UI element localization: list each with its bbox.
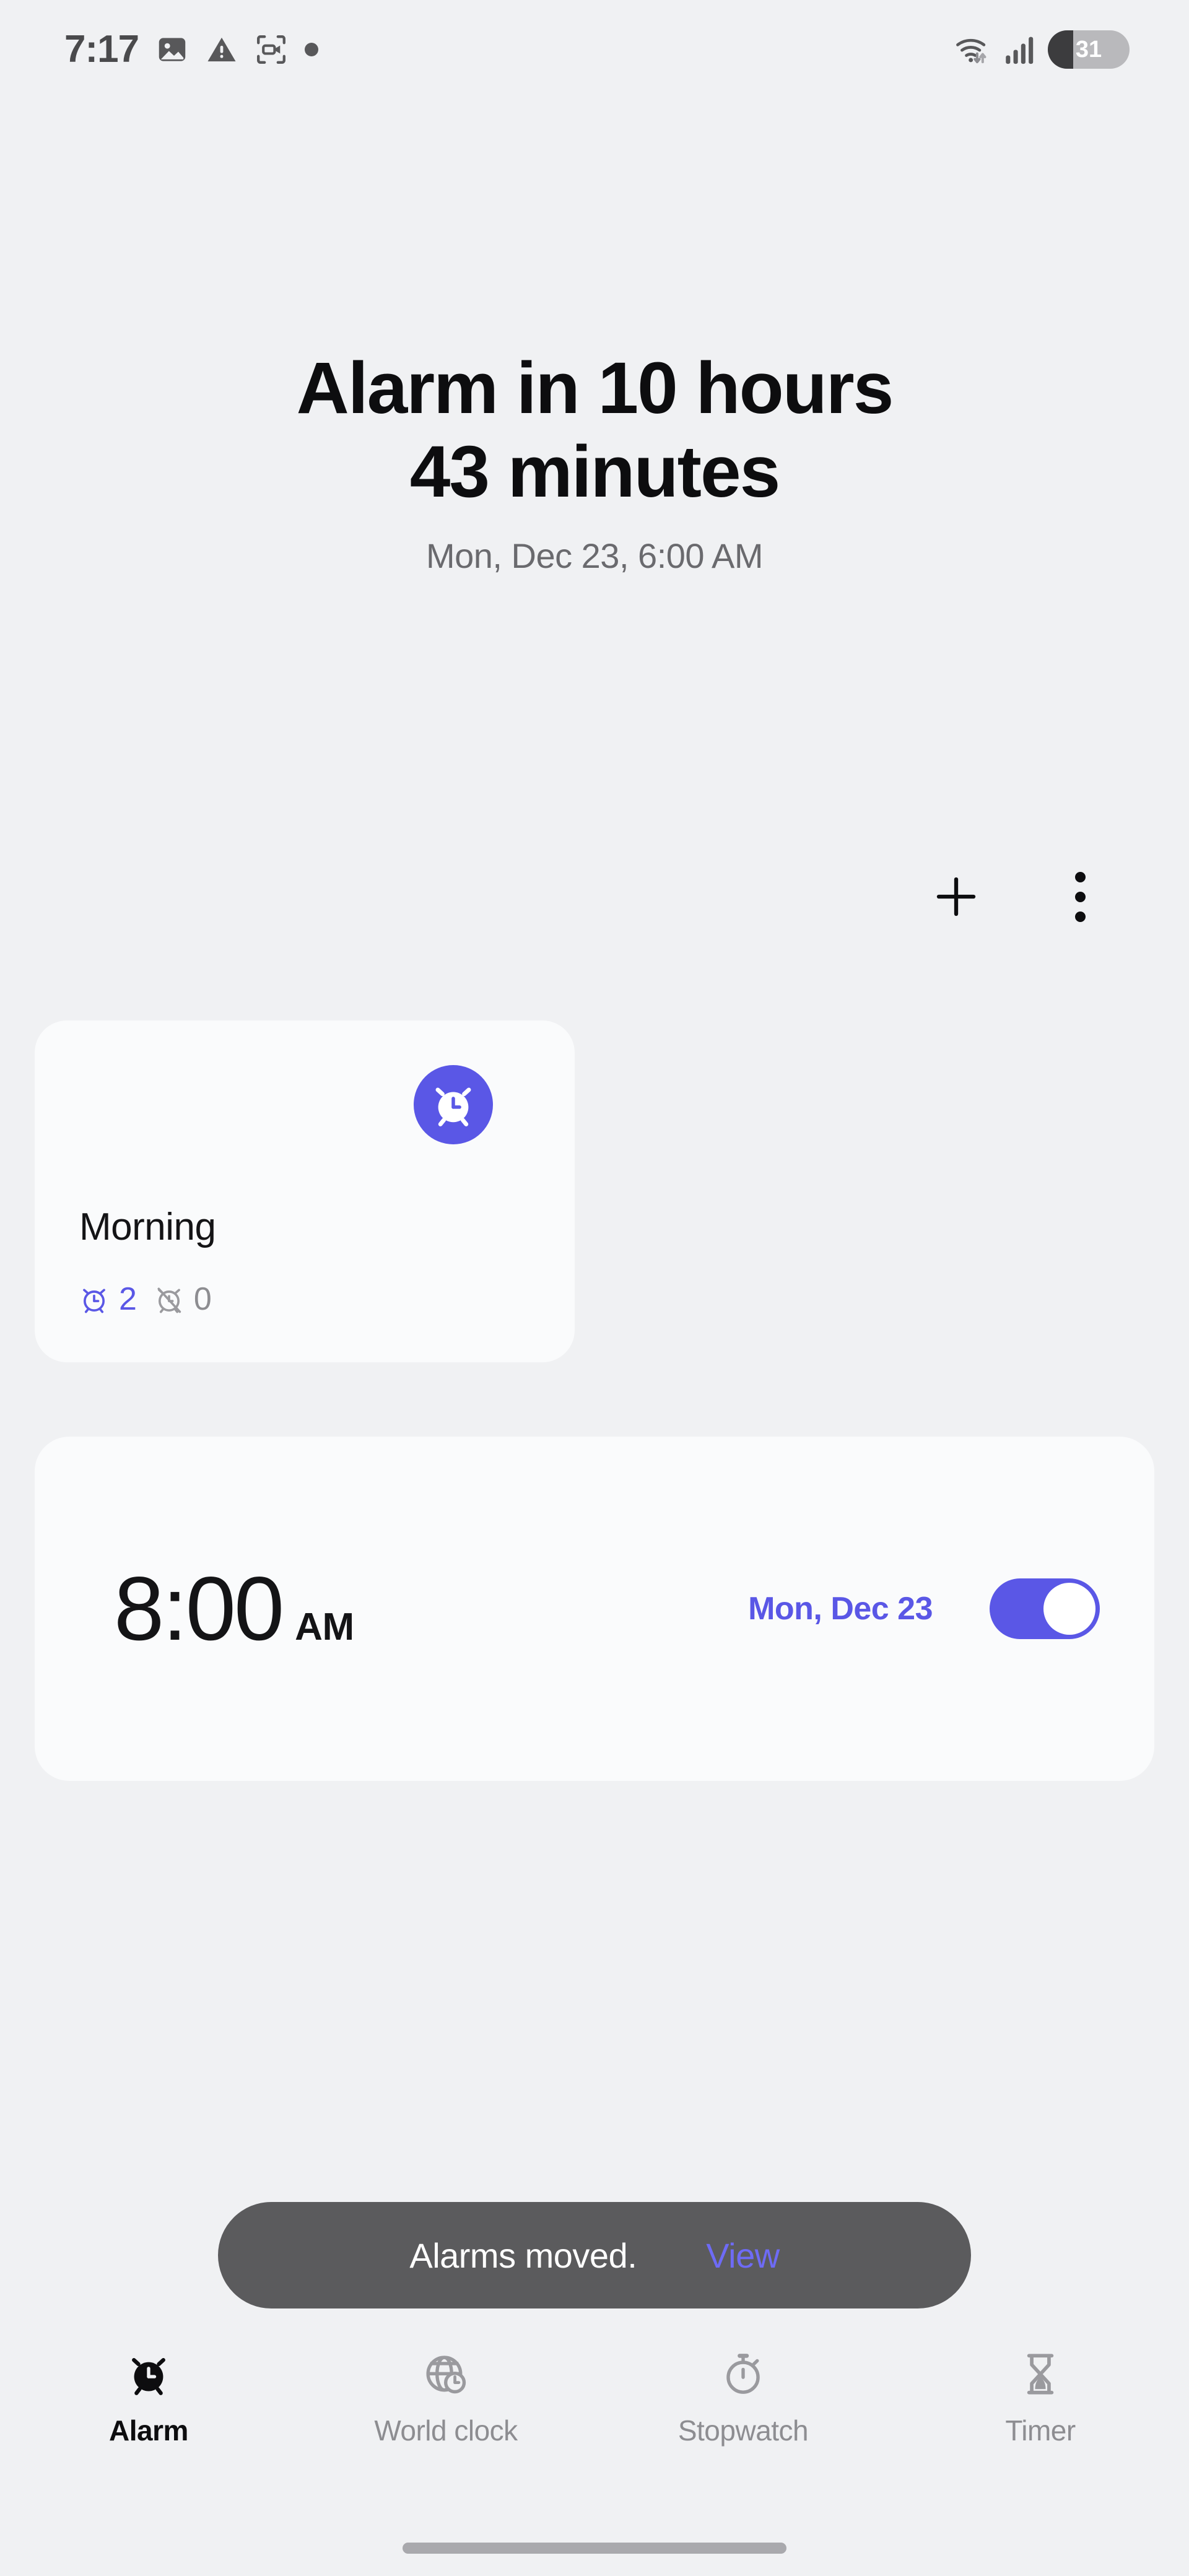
- nav-tab-alarm-label: Alarm: [109, 2414, 188, 2447]
- nav-tab-alarm[interactable]: Alarm: [0, 2342, 297, 2447]
- alarm-meridiem: AM: [295, 1606, 354, 1648]
- alarm-group-title: Morning: [79, 1206, 216, 1248]
- next-alarm-headline-line2: 43 minutes: [409, 430, 780, 513]
- alarm-toggle-switch[interactable]: [990, 1578, 1100, 1639]
- enabled-alarms-count: 2: [119, 1281, 137, 1317]
- alarm-on-icon: [83, 1289, 105, 1313]
- wifi-icon: [955, 32, 991, 67]
- disabled-alarms-stat: 0: [153, 1283, 212, 1315]
- kebab-menu-icon: [1074, 871, 1086, 922]
- alarm-toggle-knob: [1043, 1583, 1095, 1635]
- home-indicator[interactable]: [403, 2543, 786, 2554]
- stopwatch-icon: [726, 2354, 760, 2394]
- alarm-row-right: Mon, Dec 23: [748, 1578, 1100, 1639]
- alarm-group-stats: 2 0: [78, 1283, 212, 1315]
- image-icon: [156, 33, 188, 66]
- alarm-group-card-morning[interactable]: Morning 2 0: [35, 1020, 575, 1362]
- nav-tab-timer-label: Timer: [1005, 2414, 1076, 2447]
- snackbar-view-button[interactable]: View: [706, 2235, 780, 2276]
- cellular-signal-icon: [1004, 33, 1034, 66]
- alarm-time-value: 8:00: [114, 1558, 284, 1659]
- dot-indicator-icon: [305, 43, 319, 56]
- next-alarm-headline-line1: Alarm in 10 hours: [296, 347, 894, 429]
- warning-triangle-icon: [206, 33, 238, 66]
- globe-clock-icon: [426, 2356, 466, 2394]
- more-options-button[interactable]: [1050, 867, 1110, 926]
- alarm-time-block: 8:00 AM: [114, 1564, 354, 1654]
- status-bar-right: 31: [955, 30, 1130, 69]
- nav-tab-world-clock[interactable]: World clock: [297, 2342, 594, 2447]
- nav-tab-stopwatch[interactable]: Stopwatch: [594, 2342, 892, 2447]
- alarm-off-icon: [157, 1287, 181, 1313]
- nav-tab-world-clock-label: World clock: [374, 2414, 518, 2447]
- toolbar-actions: [926, 867, 1110, 926]
- next-alarm-datetime: Mon, Dec 23, 6:00 AM: [425, 536, 764, 576]
- snackbar-message: Alarms moved.: [409, 2235, 637, 2275]
- bottom-navigation-bar: Alarm World clock Stopwatch Timer: [0, 2342, 1189, 2503]
- screen-record-icon: [255, 33, 287, 66]
- status-bar-left: 7:17: [64, 28, 319, 71]
- disabled-alarms-count: 0: [193, 1281, 212, 1317]
- nav-tab-timer[interactable]: Timer: [892, 2342, 1189, 2447]
- alarm-date-label: Mon, Dec 23: [748, 1591, 933, 1627]
- add-alarm-button[interactable]: [926, 867, 986, 926]
- battery-level-label: 31: [1075, 37, 1102, 63]
- nav-tab-stopwatch-label: Stopwatch: [677, 2414, 809, 2447]
- battery-indicator: 31: [1048, 30, 1130, 69]
- alarm-group-badge: [414, 1065, 493, 1144]
- enabled-alarms-stat: 2: [78, 1283, 137, 1315]
- alarm-clock-icon: [435, 1087, 471, 1126]
- alarm-row[interactable]: 8:00 AM Mon, Dec 23: [35, 1437, 1154, 1781]
- hourglass-icon: [1027, 2354, 1054, 2395]
- next-alarm-summary: Alarm in 10 hours 43 minutes Mon, Dec 23…: [0, 347, 1189, 576]
- alarm-app-screen: 7:17 31 Alarm in 10 hours 43 minutes Mon…: [0, 0, 1189, 2576]
- alarm-clock-icon: [132, 2358, 165, 2395]
- next-alarm-headline: Alarm in 10 hours 43 minutes: [0, 347, 1189, 513]
- status-bar: 7:17 31: [0, 0, 1189, 99]
- battery-fill: [1048, 30, 1073, 69]
- status-bar-clock: 7:17: [64, 28, 139, 71]
- snackbar-toast: Alarms moved. View: [218, 2202, 971, 2308]
- plus-icon: [936, 877, 976, 916]
